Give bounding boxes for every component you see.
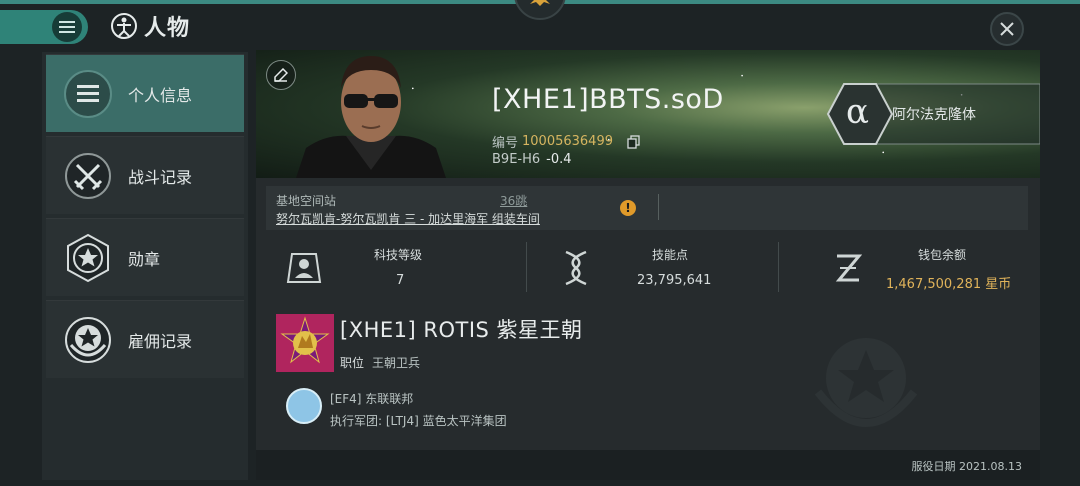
role-value: 王朝卫兵 bbox=[372, 356, 421, 370]
star-hexagon-icon bbox=[62, 232, 114, 284]
sidebar-item-label: 战斗记录 bbox=[128, 167, 193, 187]
pilot-icon bbox=[286, 253, 322, 283]
warning-icon[interactable]: ! bbox=[620, 200, 636, 216]
security-system: B9E-H6 bbox=[492, 152, 541, 167]
tech-level-label: 科技等级 bbox=[374, 248, 423, 262]
station-name-link[interactable]: 努尔瓦凯肯-努尔瓦凯肯 三 - 加达里海军 组装车间 bbox=[276, 210, 540, 227]
dna-icon bbox=[565, 250, 587, 286]
divider bbox=[526, 242, 527, 292]
character-name: [XHE1]BBTS.soD bbox=[492, 84, 724, 115]
alliance-name[interactable]: [EF4] 东联联邦 bbox=[330, 390, 413, 407]
edit-button[interactable] bbox=[266, 60, 296, 90]
skill-points-stat: 技能点 23,795,641 bbox=[562, 236, 762, 298]
skill-points-value: 23,795,641 bbox=[637, 273, 712, 288]
sidebar-item-label: 雇佣记录 bbox=[128, 331, 193, 351]
character-id-row: 编号 10005636499 bbox=[492, 132, 641, 151]
ship-icon bbox=[530, 0, 550, 6]
jumps-link[interactable]: 36跳 bbox=[500, 192, 527, 209]
edit-icon bbox=[274, 68, 288, 82]
divider bbox=[658, 194, 659, 220]
wallet-label: 钱包余额 bbox=[918, 248, 967, 262]
wallet-stat: 钱包余额 1,467,500,281 星币 bbox=[834, 236, 1034, 298]
sidebar-item-personal-info[interactable]: 个人信息 bbox=[46, 54, 244, 132]
close-icon bbox=[1000, 22, 1014, 36]
skill-points-label: 技能点 bbox=[652, 248, 689, 262]
sidebar-item-label: 个人信息 bbox=[128, 85, 193, 105]
hamburger-icon bbox=[52, 12, 82, 42]
sidebar-item-employment-history[interactable]: 雇佣记录 bbox=[46, 300, 244, 378]
star-wreath-icon bbox=[62, 314, 114, 366]
footer: 服役日期 2021.08.13 bbox=[256, 450, 1040, 480]
sidebar-item-label: 勋章 bbox=[128, 249, 161, 269]
sidebar-item-medals[interactable]: 勋章 bbox=[46, 218, 244, 296]
corporation-logo[interactable] bbox=[276, 314, 334, 372]
role-row: 职位 王朝卫兵 bbox=[340, 354, 420, 371]
corporation-name[interactable]: [XHE1] ROTIS 紫星王朝 bbox=[340, 314, 583, 344]
service-date: 服役日期 2021.08.13 bbox=[911, 460, 1022, 473]
character-id-label: 编号 bbox=[492, 136, 519, 151]
crossed-swords-icon bbox=[62, 150, 114, 202]
tech-level-value: 7 bbox=[396, 273, 405, 288]
character-portrait bbox=[296, 56, 446, 178]
page-title: 人物 bbox=[144, 16, 191, 41]
security-row: B9E-H6 -0.4 bbox=[492, 152, 572, 167]
security-status: -0.4 bbox=[546, 152, 572, 167]
alliance-logo[interactable] bbox=[286, 388, 322, 424]
character-banner: [XHE1]BBTS.soD 编号 10005636499 B9E-H6 -0.4… bbox=[256, 50, 1040, 178]
executor-corporation: 执行军团: [LTJ4] 蓝色太平洋集团 bbox=[330, 414, 507, 428]
copy-icon[interactable] bbox=[627, 134, 641, 149]
wallet-value: 1,467,500,281 星币 bbox=[886, 277, 1012, 292]
menu-button[interactable] bbox=[0, 10, 88, 44]
role-label: 职位 bbox=[340, 356, 365, 370]
star-wreath-watermark-icon bbox=[814, 338, 918, 427]
sidebar: 个人信息 战斗记录 勋章 雇佣记录 bbox=[42, 52, 248, 480]
sidebar-item-combat-log[interactable]: 战斗记录 bbox=[46, 136, 244, 214]
isk-currency-icon bbox=[835, 254, 862, 282]
clone-status[interactable]: α 阿尔法克隆体 bbox=[824, 78, 1040, 150]
character-id-value: 10005636499 bbox=[522, 134, 613, 149]
vitruvian-man-icon bbox=[111, 13, 137, 39]
clone-type: 阿尔法克隆体 bbox=[892, 107, 976, 123]
list-icon bbox=[62, 68, 114, 120]
page-title-group: 人物 bbox=[110, 10, 190, 42]
station-label: 基地空间站 bbox=[276, 194, 337, 208]
divider bbox=[778, 242, 779, 292]
home-station: 基地空间站 36跳 努尔瓦凯肯-努尔瓦凯肯 三 - 加达里海军 组装车间 ! bbox=[266, 186, 1028, 230]
header: 人物 bbox=[0, 8, 1080, 48]
close-button[interactable] bbox=[990, 12, 1024, 46]
stats-row: 科技等级 7 技能点 23,795,641 钱包余额 1,467,500,281… bbox=[256, 236, 1040, 298]
character-panel: [XHE1]BBTS.soD 编号 10005636499 B9E-H6 -0.4… bbox=[256, 50, 1040, 480]
alpha-icon: α bbox=[846, 92, 869, 132]
tech-level-stat: 科技等级 7 bbox=[286, 236, 516, 298]
